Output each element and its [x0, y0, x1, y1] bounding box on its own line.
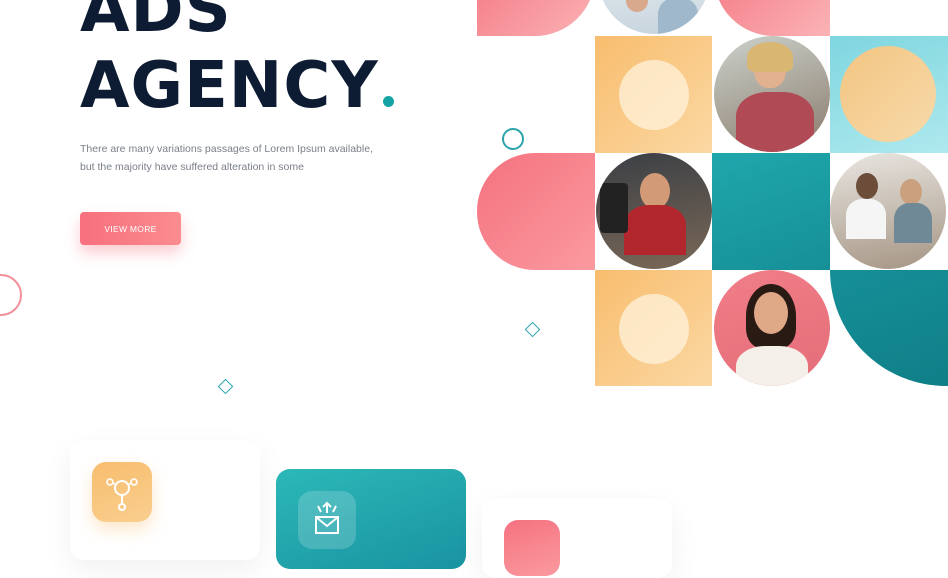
bulb-network-icon [92, 462, 152, 522]
pink-tile [714, 0, 830, 36]
teal-quarter-tile [830, 270, 948, 386]
hero-mosaic [0, 0, 948, 400]
team-photo-top [598, 0, 710, 34]
peach-tile [595, 270, 712, 386]
stressed-man-photo [596, 153, 712, 269]
service-card[interactable] [70, 440, 260, 560]
smiling-woman-photo [714, 270, 830, 386]
peach-tile [595, 36, 712, 153]
teal-tile [830, 36, 948, 153]
woman-tablet-photo [714, 36, 830, 152]
team-meeting-photo [830, 153, 946, 269]
service-icon [504, 520, 560, 576]
pink-tile [477, 0, 595, 36]
envelope-arrows-icon [298, 491, 356, 549]
teal-tile [712, 153, 830, 270]
service-card[interactable] [482, 498, 672, 578]
pink-half-circle-tile [477, 153, 595, 270]
service-card-active[interactable] [276, 469, 466, 569]
